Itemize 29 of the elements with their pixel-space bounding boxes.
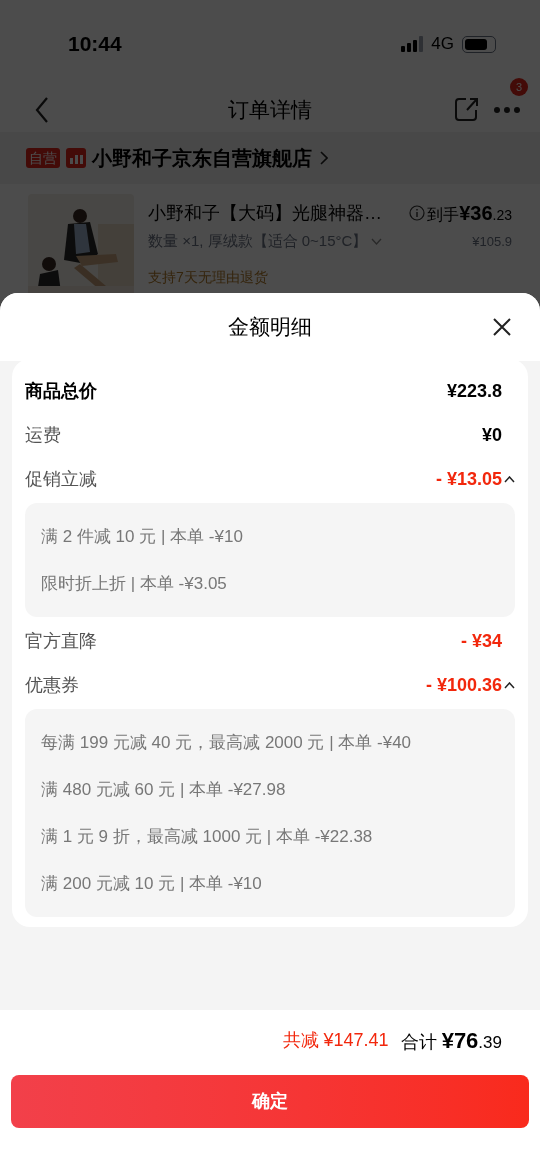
- total-discount: 共减 ¥147.41: [282, 1028, 389, 1052]
- close-button[interactable]: [493, 318, 511, 336]
- discount-detail: 满 200 元减 10 元 | 本单 -¥10: [41, 872, 263, 895]
- caret-up-icon[interactable]: [504, 475, 515, 483]
- discount-detail: 满 480 元减 60 元 | 本单 -¥27.98: [41, 778, 287, 801]
- discount-detail: 每满 199 元减 40 元，最高减 2000 元 | 本单 -¥40: [41, 731, 413, 754]
- page-title: 订单详情: [228, 97, 312, 124]
- sheet-title: 金额明细: [228, 314, 312, 341]
- row-value: - ¥34: [460, 629, 502, 653]
- row-value: ¥223.8: [446, 379, 502, 403]
- row-label: 官方直降: [25, 629, 97, 653]
- discount-detail: 满 2 件减 10 元 | 本单 -¥10: [41, 525, 244, 548]
- row-label: 运费: [25, 423, 61, 447]
- row-label: 促销立减: [25, 467, 97, 491]
- discount-detail: 满 1 元 9 折，最高减 1000 元 | 本单 -¥22.38: [41, 825, 374, 848]
- network-label: 4G: [431, 33, 454, 56]
- caret-up-icon[interactable]: [504, 681, 515, 689]
- row-value: ¥0: [481, 423, 502, 447]
- return-policy: 支持7天无理由退货: [148, 267, 269, 287]
- discount-detail: 限时折上折 | 本单 -¥3.05: [41, 572, 228, 595]
- row-label: 商品总价: [25, 379, 97, 403]
- product-price: 到手¥36.23: [427, 201, 512, 226]
- total-amount: 合计 ¥76.39: [400, 1026, 502, 1055]
- row-value: - ¥13.05: [435, 467, 502, 491]
- row-value: - ¥100.36: [425, 673, 502, 697]
- status-time: 10:44: [68, 31, 122, 58]
- row-label: 优惠券: [25, 673, 79, 697]
- confirm-button[interactable]: 确定: [11, 1075, 529, 1128]
- store-name[interactable]: 小野和子京东自营旗舰店: [92, 143, 312, 173]
